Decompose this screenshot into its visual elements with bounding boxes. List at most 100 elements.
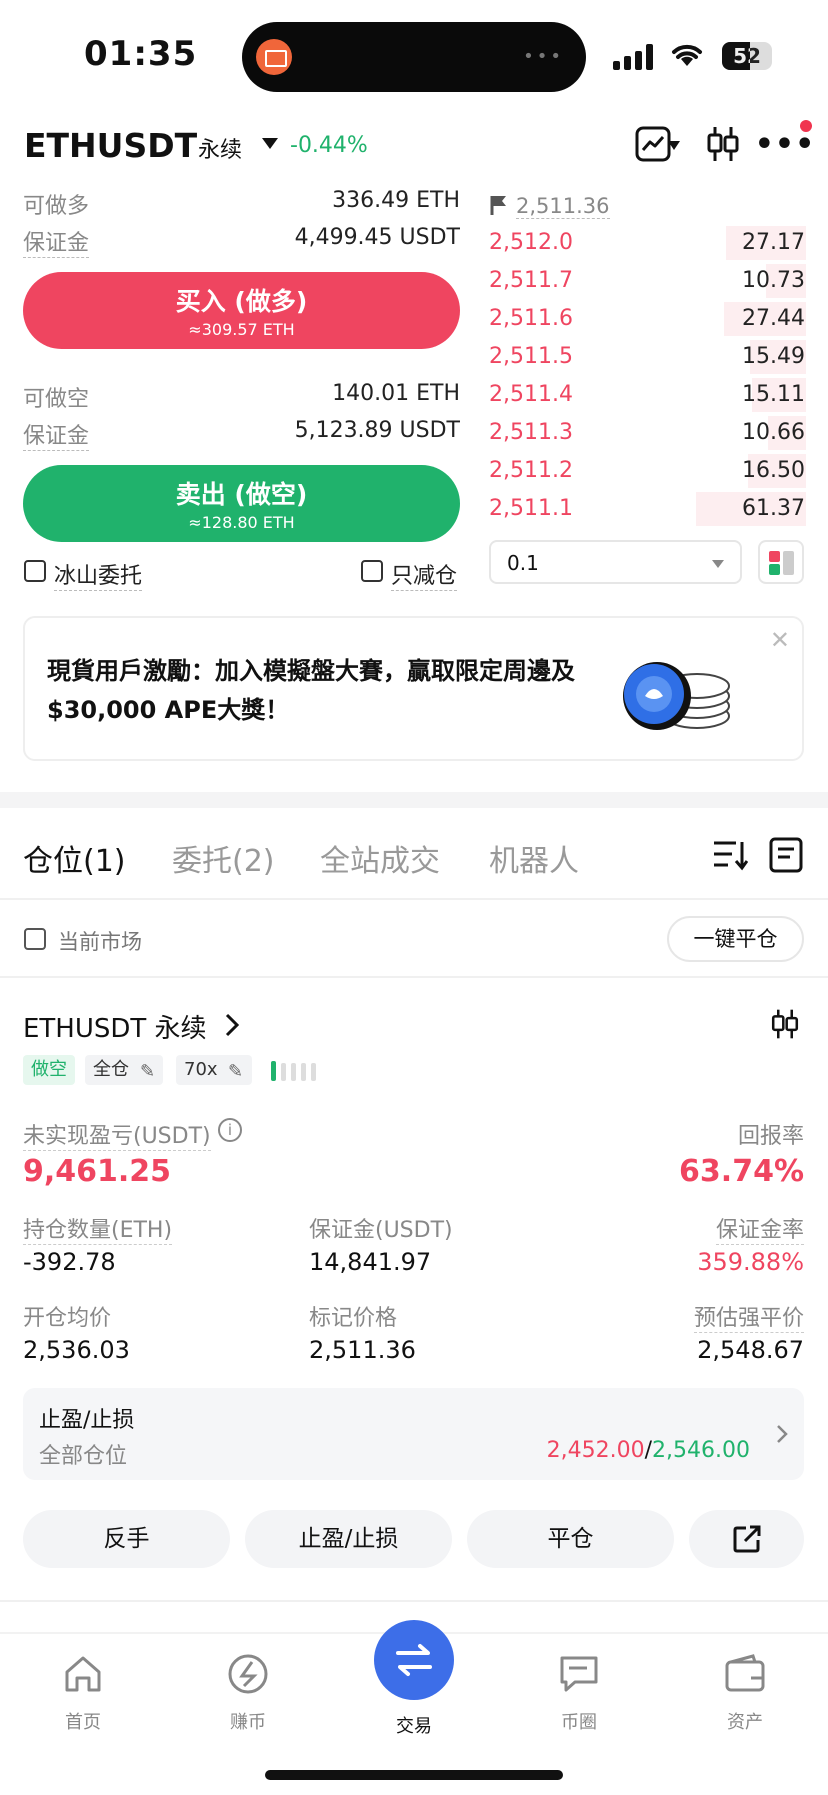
ask-qty[interactable]: 15.11 [685, 382, 805, 407]
tab-bots[interactable]: 机器人 [489, 836, 579, 880]
mail-icon [256, 39, 292, 75]
edit-icon[interactable]: ✎ [140, 1061, 155, 1082]
orderbook-mark-price[interactable]: 2,511.36 [516, 194, 610, 219]
home-indicator [265, 1770, 563, 1780]
sell-short-button[interactable]: 卖出 (做空) ≈128.80 ETH [23, 465, 460, 542]
nav-trade-button[interactable] [374, 1620, 454, 1700]
chat-icon [560, 1656, 598, 1692]
entry-value: 2,536.03 [23, 1336, 130, 1364]
nav-assets[interactable]: 资产 [690, 1652, 800, 1734]
tpsl-row[interactable]: 止盈/止损 全部仓位 2,452.00/2,546.00 [23, 1388, 804, 1480]
short-margin-value: 5,123.89 USDT [294, 418, 460, 443]
roe-value: 63.74% [679, 1154, 804, 1189]
margin-label: 保证金(USDT) [309, 1218, 453, 1243]
reduce-only-checkbox[interactable] [361, 560, 383, 582]
share-button[interactable] [689, 1510, 804, 1568]
upl-value: 9,461.25 [23, 1154, 172, 1189]
nav-trade[interactable]: 交易 [359, 1712, 469, 1738]
wifi-icon [670, 42, 704, 75]
tab-market-trades[interactable]: 全站成交 [320, 836, 440, 880]
reverse-button[interactable]: 反手 [23, 1510, 230, 1568]
divider [0, 1600, 828, 1602]
short-available-label: 可做空 [23, 387, 90, 412]
ask-qty[interactable]: 61.37 [685, 496, 805, 521]
upl-label[interactable]: 未实现盈亏(USDT) [23, 1118, 211, 1151]
nav-home[interactable]: 首页 [28, 1652, 138, 1734]
orderbook-layout-icon[interactable] [758, 540, 804, 584]
long-margin-label[interactable]: 保证金 [23, 225, 90, 258]
history-icon[interactable] [768, 836, 804, 878]
more-dots-icon: ••• [523, 46, 564, 67]
ask-price[interactable]: 2,512.0 [489, 230, 573, 255]
current-market-checkbox[interactable] [24, 928, 46, 950]
close-all-button[interactable]: 一键平仓 [667, 916, 804, 962]
home-icon [65, 1656, 101, 1692]
long-available-label: 可做多 [23, 194, 90, 219]
tpsl-prices: 2,452.00/2,546.00 [546, 1438, 750, 1463]
swap-icon [396, 1644, 432, 1676]
ask-price[interactable]: 2,511.4 [489, 382, 573, 407]
status-time: 01:35 [84, 34, 198, 74]
margin-ratio-label[interactable]: 保证金率 [715, 1212, 804, 1245]
coin-stack-icon [617, 656, 730, 730]
iceberg-label[interactable]: 冰山委托 [54, 558, 143, 591]
entry-label: 开仓均价 [23, 1306, 112, 1331]
promo-banner[interactable]: 現貨用戶激勵：加入模擬盤大賽，贏取限定周邊及$30,000 APE大獎！ ✕ [23, 616, 804, 761]
ask-price[interactable]: 2,511.2 [489, 458, 573, 483]
buy-long-button[interactable]: 买入 (做多) ≈309.57 ETH [23, 272, 460, 349]
precision-select[interactable]: 0.1 [489, 540, 742, 584]
ask-qty[interactable]: 10.66 [685, 420, 805, 445]
chevron-right-icon[interactable] [224, 1012, 240, 1042]
candlestick-icon[interactable] [700, 124, 746, 164]
ask-qty[interactable]: 27.44 [685, 306, 805, 331]
nav-community[interactable]: 币圈 [524, 1652, 634, 1734]
liq-label[interactable]: 预估强平价 [693, 1300, 804, 1333]
liq-value: 2,548.67 [697, 1336, 804, 1364]
tpsl-scope: 全部仓位 [39, 1444, 128, 1469]
chart-dropdown-icon[interactable] [668, 141, 680, 150]
chevron-down-icon [712, 560, 724, 568]
ask-qty[interactable]: 10.73 [685, 268, 805, 293]
wallet-icon [725, 1654, 765, 1692]
ask-price[interactable]: 2,511.3 [489, 420, 573, 445]
banner-text: 現貨用戶激勵：加入模擬盤大賽，贏取限定周邊及$30,000 APE大獎！ [47, 657, 575, 724]
ask-price[interactable]: 2,511.1 [489, 496, 573, 521]
reduce-only-label[interactable]: 只减仓 [391, 558, 458, 591]
divider [0, 898, 828, 900]
symbol-title[interactable]: ETHUSDT [24, 126, 197, 165]
candlestick-icon[interactable] [770, 1008, 800, 1044]
close-position-button[interactable]: 平仓 [467, 1510, 674, 1568]
ask-qty[interactable]: 15.49 [685, 344, 805, 369]
current-market-label[interactable]: 当前市场 [58, 926, 142, 956]
ask-price[interactable]: 2,511.7 [489, 268, 573, 293]
ask-qty[interactable]: 27.17 [685, 230, 805, 255]
dynamic-island: ••• [242, 22, 586, 92]
tab-orders[interactable]: 委托(2) [172, 836, 275, 880]
close-icon[interactable]: ✕ [770, 626, 790, 654]
long-margin-value: 4,499.45 USDT [294, 225, 460, 250]
mark-label: 标记价格 [309, 1306, 398, 1331]
short-available-value: 140.01 ETH [332, 381, 460, 406]
ask-qty[interactable]: 16.50 [685, 458, 805, 483]
side-tag: 做空 [23, 1055, 75, 1085]
contract-type[interactable]: 永续 [198, 132, 242, 164]
edit-icon[interactable]: ✎ [228, 1061, 243, 1082]
ask-price[interactable]: 2,511.5 [489, 344, 573, 369]
position-title[interactable]: ETHUSDT 永续 [23, 1008, 207, 1045]
margin-value: 14,841.97 [309, 1248, 432, 1276]
share-icon [733, 1525, 760, 1553]
tab-positions[interactable]: 仓位(1) [23, 836, 126, 880]
info-icon[interactable]: i [218, 1118, 242, 1142]
nav-earn[interactable]: 赚币 [193, 1652, 303, 1734]
symbol-dropdown-icon[interactable] [262, 138, 278, 149]
iceberg-checkbox[interactable] [24, 560, 46, 582]
notification-dot [800, 120, 812, 132]
tpsl-button[interactable]: 止盈/止损 [245, 1510, 452, 1568]
size-label[interactable]: 持仓数量(ETH) [23, 1212, 173, 1245]
battery-icon: 52 [722, 42, 772, 70]
sort-icon[interactable] [712, 838, 749, 876]
short-margin-label[interactable]: 保证金 [23, 418, 90, 451]
ask-price[interactable]: 2,511.6 [489, 306, 573, 331]
flag-icon [489, 194, 509, 220]
section-separator [0, 792, 828, 808]
